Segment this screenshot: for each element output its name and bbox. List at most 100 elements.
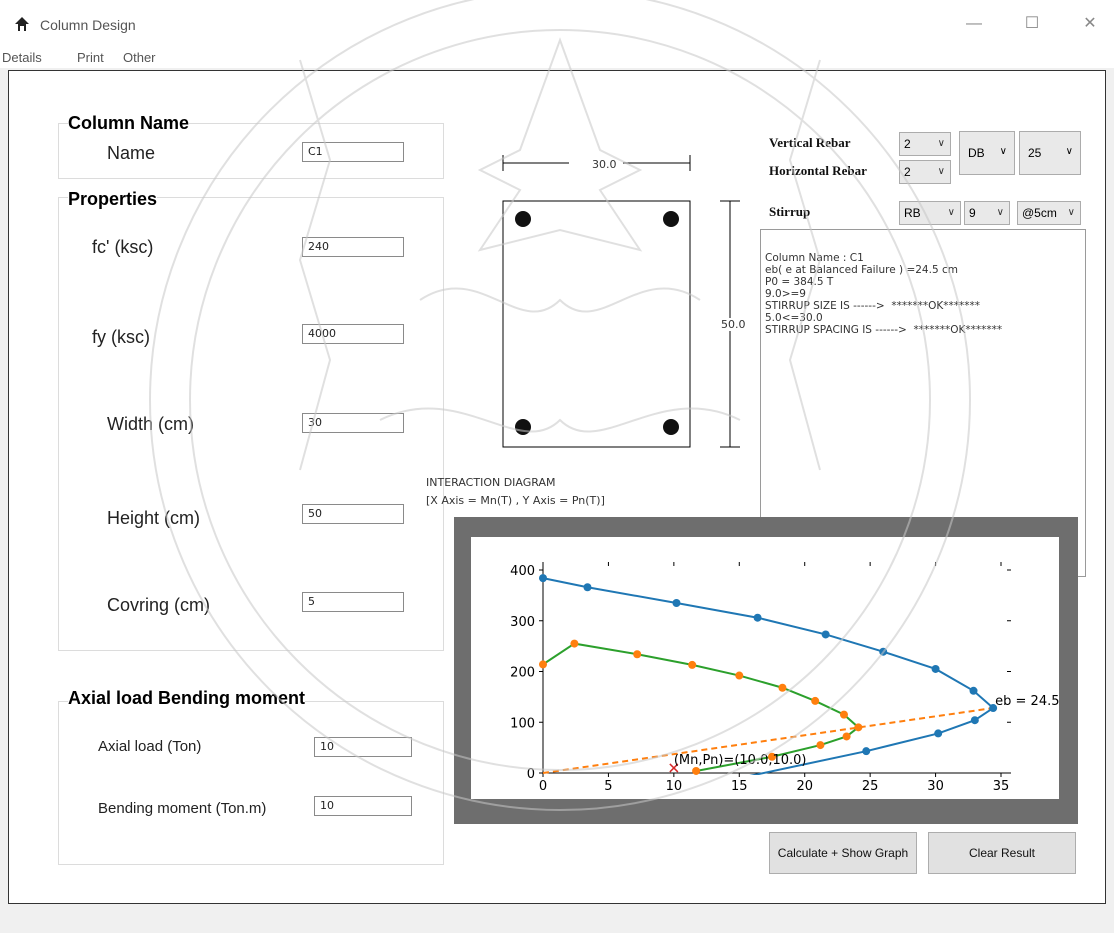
series-point-2: [570, 639, 579, 648]
chevron-down-icon: ∨: [1065, 146, 1073, 157]
bar-size-select[interactable]: 25 ∨: [1019, 131, 1081, 175]
series-point-2: [735, 671, 744, 680]
stirrup-spacing-value: @5cm: [1022, 206, 1057, 220]
series-point-1: [970, 716, 979, 725]
chevron-down-icon: ∨: [947, 207, 955, 218]
covering-input[interactable]: 5: [302, 592, 404, 612]
result-line: P0 = 384.5 T: [765, 276, 834, 288]
vertical-rebar-label: Vertical Rebar: [769, 135, 851, 150]
menu-details[interactable]: Details: [2, 50, 42, 65]
height-input[interactable]: 50: [302, 504, 404, 524]
series-point-1: [753, 613, 762, 622]
interaction-diagram-canvas: 0 5 10 15 20 25 30 35 0 100 200 300 400 eb = 24.52 (Mn…: [471, 537, 1068, 799]
section-drawing: [502, 155, 740, 448]
window-title: Column Design: [40, 17, 136, 33]
properties-title: Properties: [68, 189, 158, 210]
horizontal-rebar-label: Horizontal Rebar: [769, 163, 867, 178]
column-name-title: Column Name: [68, 113, 190, 134]
app-window: Column Design — ☐ ✕ Details Print Other …: [0, 0, 1114, 933]
series-point-1: [672, 598, 681, 607]
name-input[interactable]: C1: [302, 142, 404, 162]
series-point-1: [934, 729, 943, 738]
menu-bar: Details Print Other: [0, 46, 1114, 68]
series-point-2: [778, 683, 787, 692]
axial-label: Axial load (Ton): [98, 738, 202, 755]
series-point-2: [811, 696, 820, 705]
stirrup-spacing-select[interactable]: @5cm ∨: [1017, 201, 1081, 225]
series-point-1: [862, 747, 871, 756]
height-dimension: 50.0: [721, 318, 746, 331]
moment-input[interactable]: 10: [314, 796, 412, 816]
x-tick-label: 30: [927, 779, 944, 794]
covering-label: Covring (cm): [107, 595, 211, 615]
result-line: Column Name : C1: [765, 252, 864, 264]
calculate-button[interactable]: Calculate + Show Graph: [769, 832, 917, 874]
result-line: eb( e at Balanced Failure ) =24.5 cm: [765, 264, 958, 276]
x-tick-label: 15: [731, 779, 748, 794]
width-label: Width (cm): [107, 414, 194, 434]
result-line: STIRRUP SPACING IS ------> *******OK****…: [765, 324, 1003, 336]
title-bar: Column Design — ☐ ✕: [0, 0, 1114, 46]
diagram-caption-title: INTERACTION DIAGRAM: [426, 476, 556, 489]
result-line: STIRRUP SIZE IS ------> *******OK*******: [765, 300, 981, 312]
menu-print[interactable]: Print: [77, 50, 104, 65]
series-line-2: [542, 642, 860, 772]
close-button[interactable]: ✕: [1078, 12, 1102, 36]
y-tick-label: 400: [510, 564, 535, 579]
width-dimension: 30.0: [592, 158, 617, 171]
bar-type-select[interactable]: DB ∨: [959, 131, 1015, 175]
stirrup-size-value: 9: [969, 206, 976, 220]
horizontal-rebar-select[interactable]: 2 ∨: [899, 160, 951, 184]
vertical-rebar-select[interactable]: 2 ∨: [899, 132, 951, 156]
loads-title: Axial load Bending moment: [68, 688, 306, 709]
maximize-button[interactable]: ☐: [1020, 12, 1044, 36]
series-point-1: [969, 686, 978, 695]
bar-size-value: 25: [1028, 146, 1042, 160]
diagram-caption-axes: [X Axis = Mn(T) , Y Axis = Pn(T)]: [426, 494, 605, 507]
y-tick-label: 100: [510, 716, 535, 731]
loads-group: [58, 701, 444, 865]
result-line: 5.0<=30.0: [765, 312, 823, 324]
fy-label: fy (ksc): [92, 327, 150, 347]
series-point-1: [879, 647, 888, 656]
y-tick-label: 200: [510, 666, 535, 681]
fc-label: fc' (ksc): [92, 237, 154, 257]
series-point-2: [816, 741, 825, 750]
y-tick-label: 300: [510, 615, 535, 630]
series-point-1: [931, 664, 940, 673]
load-point-label: (Mn,Pn)=(10.0,10.0): [674, 753, 807, 768]
series-point-1: [583, 583, 592, 592]
height-label: Height (cm): [107, 508, 201, 528]
series-point-1: [539, 574, 547, 583]
x-tick-label: 20: [796, 779, 813, 794]
stirrup-type-value: RB: [904, 206, 921, 220]
series-point-2: [839, 710, 848, 719]
x-tick-label: 35: [993, 779, 1010, 794]
chevron-down-icon: ∨: [937, 138, 945, 149]
status-strip: [0, 905, 1114, 933]
name-label: Name: [107, 143, 156, 163]
interaction-diagram-chart: 0 5 10 15 20 25 30 35 0 100 200 300 400 eb = 24.52 (Mn…: [510, 562, 1068, 794]
stirrup-type-select[interactable]: RB ∨: [899, 201, 961, 225]
series-point-2: [688, 660, 697, 669]
clear-result-button[interactable]: Clear Result: [928, 832, 1076, 874]
eb-label: eb = 24.52: [995, 694, 1059, 709]
fy-input[interactable]: 4000: [302, 324, 404, 344]
chevron-down-icon: ∨: [1065, 202, 1075, 224]
stirrup-size-select[interactable]: 9 ∨: [964, 201, 1010, 225]
width-input[interactable]: 30: [302, 413, 404, 433]
horizontal-rebar-value: 2: [904, 165, 911, 179]
minimize-button[interactable]: —: [962, 12, 986, 36]
axial-input[interactable]: 10: [314, 737, 412, 757]
chevron-down-icon: ∨: [999, 146, 1007, 157]
fc-input[interactable]: 240: [302, 237, 404, 257]
menu-other[interactable]: Other: [123, 50, 156, 65]
moment-label: Bending moment (Ton.m): [98, 800, 267, 817]
series-point-1: [821, 630, 830, 639]
result-line: 9.0>=9: [765, 288, 806, 300]
chevron-down-icon: ∨: [996, 207, 1004, 218]
x-tick-label: 10: [666, 779, 683, 794]
stirrup-label: Stirrup: [769, 204, 811, 219]
interaction-diagram-frame: 0 5 10 15 20 25 30 35 0 100 200 300 400 eb = 24.52 (Mn…: [454, 517, 1078, 824]
chevron-down-icon: ∨: [937, 166, 945, 177]
